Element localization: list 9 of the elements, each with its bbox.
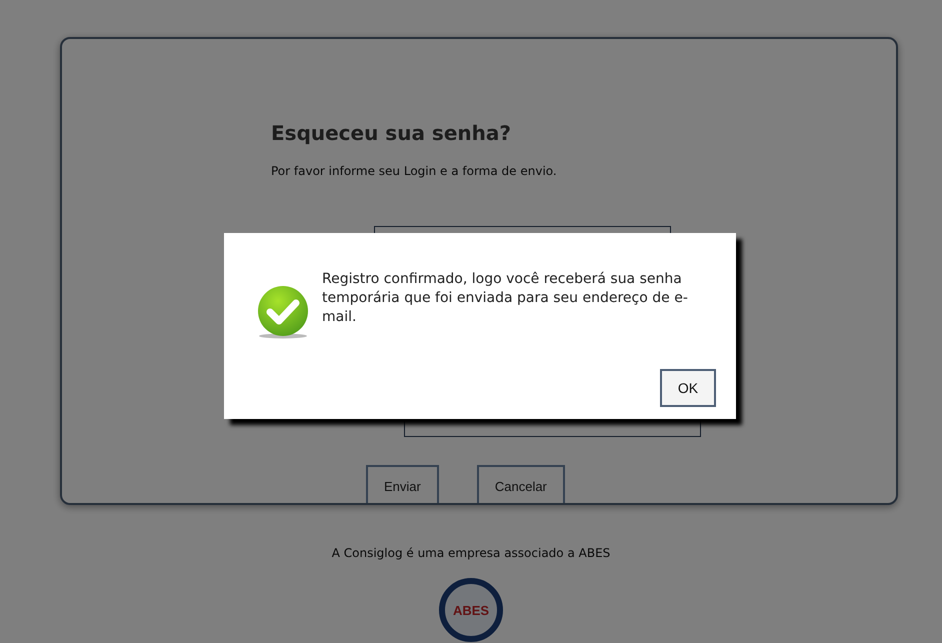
form-button[interactable]: Cancelar <box>476 465 565 503</box>
instruction-text: Por favor informe seu Login e a forma de envio. <box>271 164 557 178</box>
form-title: Esqueceu sua senha? <box>271 121 511 145</box>
dialog-message: Registro confirmado, logo você receberá sua senha temporária que foi enviada para seu endereço de e-mail. <box>322 270 689 327</box>
certification-badge: ABES <box>439 578 503 642</box>
footer-text: A Consiglog é uma empresa associado a ABES <box>330 546 612 560</box>
check-icon <box>257 285 309 339</box>
ok-button[interactable]: OK <box>660 369 716 407</box>
form-button[interactable]: Enviar <box>366 465 439 503</box>
